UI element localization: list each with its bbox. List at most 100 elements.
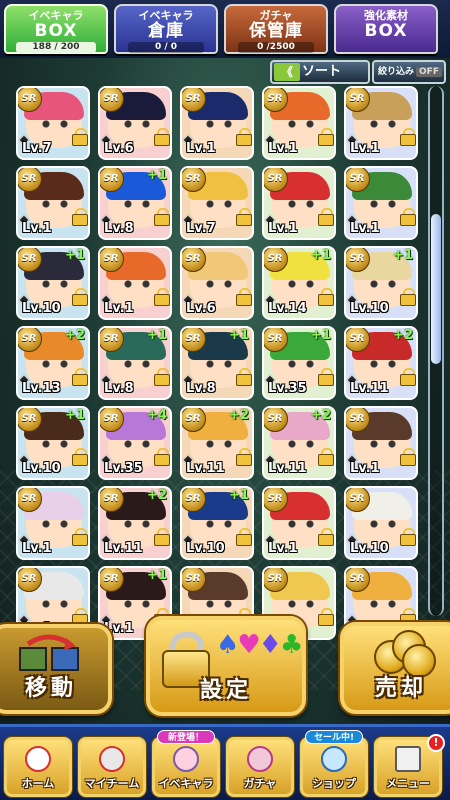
tab-gacha-vault[interactable]: ガチャ 保管庫 0 /2500 — [224, 4, 328, 54]
box-tab-bar: イベキャラ BOX 188 / 200 イベキャラ 倉庫 0 / 0 ガチャ 保… — [0, 0, 450, 58]
character-eyes — [122, 600, 152, 608]
character-eyes — [40, 360, 70, 368]
character-card[interactable]: SR Lv.1 — [344, 406, 418, 480]
filter-button[interactable]: 絞り込み OFF — [372, 60, 446, 84]
rarity-sr-badge: SR — [182, 168, 206, 192]
character-card[interactable]: SR Lv.1 — [98, 246, 172, 320]
character-card[interactable]: SR Lv.1 — [344, 166, 418, 240]
character-eyes — [40, 280, 70, 288]
level-label: Lv.8 — [104, 221, 134, 236]
move-button[interactable]: 移動 — [0, 624, 112, 714]
character-eyes — [122, 120, 152, 128]
sell-button[interactable]: 売却 — [340, 622, 450, 714]
character-eyes — [368, 200, 398, 208]
rarity-sr-badge: SR — [264, 168, 288, 192]
character-card[interactable]: SR +1 Lv.35 — [262, 326, 336, 400]
event-chara-icon — [173, 746, 199, 772]
nav-shop[interactable]: セール中! ショップ — [300, 730, 368, 797]
rarity-sr-badge: SR — [182, 248, 206, 272]
character-card[interactable]: SR Lv.1 — [16, 486, 90, 560]
shop-icon — [321, 746, 347, 772]
rarity-sr-badge: SR — [264, 568, 288, 592]
character-card[interactable]: SR Lv.1 — [262, 486, 336, 560]
character-eyes — [122, 440, 152, 448]
level-label: Lv.1 — [22, 221, 52, 236]
character-card[interactable]: SR Lv.1 — [16, 166, 90, 240]
scroll-thumb[interactable] — [431, 214, 441, 364]
plus-level: +1 — [393, 248, 413, 263]
level-label: Lv.7 — [22, 141, 52, 156]
character-card[interactable]: SR +1 Lv.10 — [16, 246, 90, 320]
character-eyes — [286, 200, 316, 208]
character-card[interactable]: SR +2 Lv.11 — [98, 486, 172, 560]
tab-event-chara-box[interactable]: イベキャラ BOX 188 / 200 — [4, 4, 108, 54]
character-eyes — [204, 200, 234, 208]
character-card[interactable]: SR Lv.7 — [16, 86, 90, 160]
character-card[interactable]: SR Lv.6 — [98, 86, 172, 160]
tab-material-box[interactable]: 強化素材 BOX — [334, 4, 438, 54]
filter-state: OFF — [416, 67, 442, 77]
character-eyes — [368, 120, 398, 128]
tab-label-top: 強化素材 — [364, 9, 408, 22]
tab-count: 188 / 200 — [16, 42, 96, 53]
gacha-icon — [247, 746, 273, 772]
character-card[interactable]: SR Lv.1 — [180, 86, 254, 160]
nav-home[interactable]: ホーム — [4, 737, 72, 797]
character-card[interactable]: SR +1 Lv.10 — [16, 406, 90, 480]
character-card[interactable]: SR +1 Lv.10 — [180, 486, 254, 560]
character-card[interactable]: SR Lv.1 — [344, 86, 418, 160]
nav-event-chara[interactable]: 新登場！ イベキャラ — [152, 730, 220, 797]
tab-label-top: ガチャ — [259, 9, 293, 22]
plus-level: +2 — [393, 328, 413, 343]
tab-label-top: イベキャラ — [138, 9, 194, 22]
bottom-navigation: ホーム マイチーム 新登場！ イベキャラ ガチャ セール中! ショップ ! メニ… — [0, 724, 450, 800]
character-card[interactable]: SR Lv.7 — [180, 166, 254, 240]
level-label: Lv.11 — [350, 381, 389, 396]
character-card[interactable]: SR +1 Lv.8 — [180, 326, 254, 400]
filter-label: 絞り込み — [378, 67, 415, 77]
nav-gacha[interactable]: ガチャ — [226, 737, 294, 797]
nav-label: メニュー — [386, 777, 430, 790]
nav-menu[interactable]: ! メニュー — [374, 734, 445, 797]
character-eyes — [122, 520, 152, 528]
plus-level: +1 — [311, 248, 331, 263]
character-card[interactable]: SR +2 Lv.11 — [344, 326, 418, 400]
rarity-sr-badge: SR — [100, 328, 124, 352]
level-label: Lv.1 — [350, 141, 380, 156]
rarity-sr-badge: SR — [346, 248, 370, 272]
lock-settings-button[interactable]: ♠♥♦♣ 設定 — [146, 616, 306, 716]
level-label: Lv.10 — [350, 301, 389, 316]
level-label: Lv.1 — [104, 301, 134, 316]
character-card[interactable]: SR Lv.1 — [262, 166, 336, 240]
rarity-sr-badge: SR — [346, 168, 370, 192]
character-card[interactable]: SR +4 Lv.35 — [98, 406, 172, 480]
character-card[interactable]: SR +1 Lv.8 — [98, 166, 172, 240]
character-eyes — [286, 280, 316, 288]
new-badge: 新登場！ — [157, 730, 215, 744]
character-card[interactable]: SR +1 Lv.8 — [98, 326, 172, 400]
settings-label: 設定 — [199, 678, 252, 703]
character-card[interactable]: SR Lv.1 — [262, 86, 336, 160]
home-player-icon — [25, 746, 51, 772]
tab-count: 0 / 0 — [128, 42, 204, 53]
sort-button[interactable]: 《 ソート — [270, 60, 370, 84]
character-card[interactable]: SR +2 Lv.13 — [16, 326, 90, 400]
character-card[interactable]: SR Lv.6 — [180, 246, 254, 320]
nav-my-team[interactable]: マイチーム — [78, 737, 146, 797]
character-eyes — [204, 280, 234, 288]
card-suits-icon: ♠♥♦♣ — [216, 630, 303, 660]
rarity-sr-badge: SR — [100, 168, 124, 192]
scrollbar[interactable] — [428, 86, 444, 616]
character-card[interactable]: SR Lv.10 — [344, 486, 418, 560]
rarity-sr-badge: SR — [346, 568, 370, 592]
character-card[interactable]: SR +1 Lv.14 — [262, 246, 336, 320]
plus-level: +1 — [229, 328, 249, 343]
character-card[interactable]: SR +2 Lv.11 — [180, 406, 254, 480]
alert-icon: ! — [427, 734, 445, 752]
character-eyes — [40, 520, 70, 528]
tab-label-main: 倉庫 — [148, 21, 184, 41]
character-card[interactable]: SR +1 Lv.10 — [344, 246, 418, 320]
tab-event-chara-storage[interactable]: イベキャラ 倉庫 0 / 0 — [114, 4, 218, 54]
rarity-sr-badge: SR — [100, 568, 124, 592]
character-card[interactable]: SR +2 Lv.11 — [262, 406, 336, 480]
